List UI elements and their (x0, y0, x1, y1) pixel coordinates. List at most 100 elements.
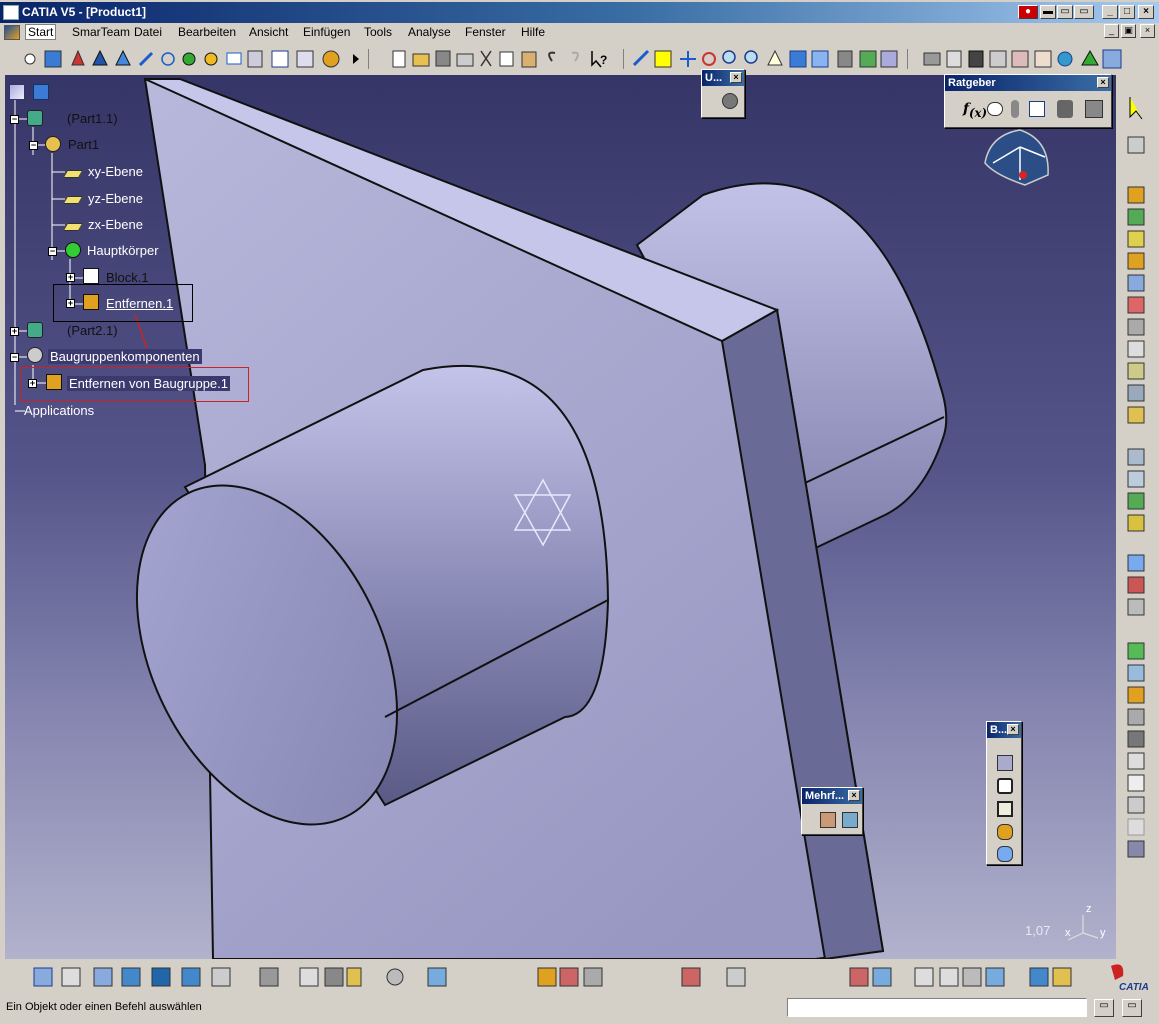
tree-expander-part2-1[interactable]: + (10, 327, 19, 336)
update-icon (1057, 51, 1073, 67)
multi-instance-icon[interactable] (820, 812, 836, 828)
catia-logo-text: CATIA (1119, 982, 1149, 992)
menu-datei[interactable]: Datei (134, 25, 162, 39)
document-icon[interactable] (4, 25, 20, 40)
graph-tree-icon (181, 967, 201, 987)
lock-icon[interactable] (1057, 100, 1073, 118)
assembly-add-icon[interactable] (997, 824, 1013, 840)
maximize-button[interactable]: □ (1119, 5, 1135, 19)
comment-icon[interactable] (987, 102, 1003, 116)
top-toolbar: ? (0, 45, 1159, 73)
mdi-minimize-button[interactable]: _ (1104, 24, 1119, 38)
tree-node-xy-plane[interactable]: xy-Ebene (88, 164, 143, 179)
product-new-icon (1127, 406, 1145, 424)
tree-expander-entfernen-baugruppe[interactable]: + (28, 379, 37, 388)
tree-node-applications[interactable]: Applications (24, 403, 94, 418)
floating-toolbar-mehrf[interactable]: Mehrf... × (801, 787, 863, 835)
menu-fenster[interactable]: Fenster (465, 25, 506, 39)
design-table-icon[interactable] (1029, 101, 1045, 117)
command-input[interactable] (787, 998, 1087, 1017)
command-history-icon[interactable]: ▭ (1094, 999, 1114, 1017)
prism-icon (115, 49, 131, 66)
menu-hilfe[interactable]: Hilfe (521, 25, 545, 39)
flag-note-icon (962, 967, 982, 987)
catalog-browser-icon (1127, 686, 1145, 704)
catia-app-icon[interactable] (3, 5, 19, 20)
tree-expander-hauptkoerper[interactable]: − (48, 247, 57, 256)
tree-node-entfernen-von-baugruppe[interactable]: Entfernen von Baugruppe.1 (67, 376, 231, 391)
fit-all-icon (654, 50, 672, 68)
constraint-icon (71, 49, 85, 66)
cut-icon (480, 50, 492, 67)
tree-node-baugruppenkomponenten[interactable]: Baugruppenkomponenten (48, 349, 202, 364)
tree-expander-baugruppen[interactable]: − (10, 353, 19, 362)
menu-bar: Start SmarTeam Datei Bearbeiten Ansicht … (0, 23, 1159, 42)
close-icon[interactable]: × (848, 790, 860, 801)
close-icon[interactable]: × (730, 72, 742, 83)
menu-bearbeiten[interactable]: Bearbeiten (178, 25, 236, 39)
measure-item-icon (1052, 967, 1072, 987)
tree-node-yz-plane[interactable]: yz-Ebene (88, 191, 143, 206)
assembly-split-icon[interactable] (997, 801, 1013, 817)
tree-node-part1[interactable]: Part1 (68, 137, 99, 152)
catalog-icon (322, 50, 340, 68)
fix-component-icon (1127, 274, 1145, 292)
command-stop-icon[interactable]: ▭ (1122, 999, 1142, 1017)
fast-multi-instance-icon[interactable] (842, 812, 858, 828)
close-icon[interactable]: × (1007, 724, 1019, 735)
floating-toolbar-ratgeber[interactable]: Ratgeber × f(x) (944, 74, 1112, 128)
assembly-hole-icon[interactable] (997, 755, 1013, 771)
tree-expander-part1-1[interactable]: − (10, 115, 19, 124)
close-button[interactable]: × (1138, 5, 1154, 19)
tree-expander-entfernen1[interactable]: + (66, 299, 75, 308)
update-gear-icon[interactable] (722, 93, 738, 109)
distance-icon (1127, 598, 1145, 616)
restore-mini-icon[interactable]: ▬ (1040, 5, 1056, 19)
tree-node-entfernen1[interactable]: Entfernen.1 (106, 296, 173, 311)
formula-icon[interactable]: f(x) (963, 101, 987, 120)
mdi-close-button[interactable]: × (1140, 24, 1155, 38)
menu-einfuegen[interactable]: Einfügen (303, 25, 350, 39)
tree-node-zx-plane[interactable]: zx-Ebene (88, 217, 143, 232)
3d-viewport[interactable]: − (Part1.1) − Part1 xy-Ebene yz-Ebene zx… (5, 75, 1116, 959)
tree-expander-block1[interactable]: + (66, 273, 75, 282)
generate-numbering-icon (1127, 818, 1145, 836)
close-icon[interactable]: × (1097, 77, 1109, 88)
window-list-icon[interactable]: ▭ (1057, 5, 1073, 19)
tree-node-block1[interactable]: Block.1 (106, 270, 149, 285)
smart-move-icon (1127, 514, 1145, 532)
mdi-restore-button[interactable]: ▣ (1121, 24, 1136, 38)
menu-ansicht[interactable]: Ansicht (249, 25, 288, 39)
menu-analyse[interactable]: Analyse (408, 25, 451, 39)
floating-toolbar-b[interactable]: B... × (986, 721, 1022, 865)
change-constraint-icon (1127, 362, 1145, 380)
product-root-icon[interactable] (9, 84, 25, 100)
assembly-pocket-icon[interactable] (997, 778, 1013, 794)
recording-icon[interactable]: ● (1018, 5, 1038, 19)
tree-icon (296, 50, 314, 68)
triad-y-label: y (1100, 927, 1106, 939)
tree-node-part1-1[interactable]: (Part1.1) (67, 111, 118, 126)
sheet-metal-icon (93, 967, 113, 987)
bolt-icon (324, 967, 344, 987)
zoom-readout: 1,07 (1025, 923, 1051, 938)
multi-view-icon (789, 50, 807, 68)
pad-icon (83, 268, 99, 284)
tree-expander-part1[interactable]: − (29, 141, 38, 150)
floating-toolbar-u[interactable]: U... × (701, 69, 745, 118)
tree-node-part2-1[interactable]: (Part2.1) (67, 323, 118, 338)
pencil-icon (138, 51, 154, 67)
minimize-button[interactable]: _ (1102, 5, 1118, 19)
zoom-in-icon (722, 50, 736, 64)
menu-smarteam[interactable]: SmarTeam (72, 25, 130, 39)
window-tile-icon[interactable]: ▭ (1074, 5, 1094, 19)
triad-x-label: x (1065, 927, 1071, 939)
knowledge-icon[interactable] (1011, 100, 1019, 118)
view-compass-icon[interactable] (984, 129, 1049, 186)
menu-start[interactable]: Start (25, 24, 57, 40)
reaction-icon[interactable] (1085, 100, 1103, 118)
tree-node-hauptkoerper[interactable]: Hauptkörper (87, 243, 159, 258)
constraint-coincidence-icon (1127, 186, 1145, 204)
menu-tools[interactable]: Tools (364, 25, 392, 39)
assembly-remove-tool-icon[interactable] (997, 846, 1013, 862)
